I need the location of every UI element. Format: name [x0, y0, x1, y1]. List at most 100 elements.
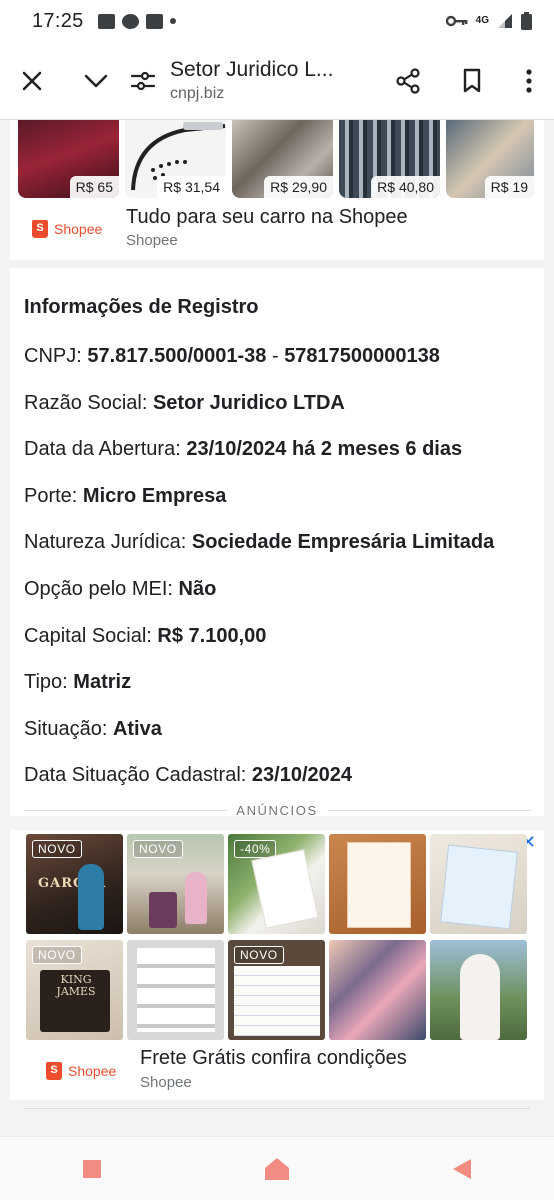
- field-value: 23/10/2024: [251, 764, 353, 787]
- ad-headline[interactable]: Frete Grátis confira condições: [140, 1047, 407, 1070]
- info-row-opcao-mei: Opção pelo MEI: Não: [24, 578, 530, 625]
- page-info[interactable]: Setor Juridico L... cnpj.biz: [128, 58, 376, 103]
- field-value: 57.817.500/0001-38: [87, 345, 267, 367]
- field-value: Ativa: [112, 717, 162, 740]
- info-row-data-abertura: Data da Abertura: 23/10/2024 há 2 meses …: [24, 438, 530, 485]
- info-row-capital-social: Capital Social: R$ 7.100,00: [24, 625, 530, 672]
- tile-figure: [149, 892, 177, 928]
- product-badge: NOVO: [133, 840, 183, 858]
- share-button[interactable]: [376, 49, 440, 113]
- tile-figure: [78, 864, 104, 930]
- message-icon: [145, 13, 163, 29]
- product-price: R$ 65: [69, 176, 119, 198]
- ad-headline[interactable]: Tudo para seu carro na Shopee: [126, 206, 408, 229]
- shopee-logo[interactable]: Shopee: [46, 1062, 116, 1080]
- section-heading: Informações de Registro: [24, 296, 259, 318]
- field-value: 23/10/2024 há 2 meses 6 dias: [186, 438, 463, 461]
- bookmark-icon: [463, 68, 481, 92]
- shopee-bag-icon: [32, 220, 48, 238]
- ad-product-tile[interactable]: NOVO GAROTA: [26, 834, 123, 934]
- ad-product-image[interactable]: R$ 40,80: [339, 120, 440, 198]
- page-url: cnpj.biz: [170, 85, 225, 102]
- battery-icon: [521, 12, 532, 30]
- product-price: R$ 40,80: [371, 176, 440, 198]
- info-row-razao-social: Razão Social: Setor Juridico LTDA: [24, 392, 530, 439]
- field-label: Porte:: [24, 484, 83, 507]
- field-label: Data da Abertura:: [24, 438, 187, 461]
- field-value: Matriz: [73, 671, 132, 694]
- shopee-brand-label: Shopee: [68, 1063, 117, 1079]
- ad-product-tile[interactable]: NOVO KING JAMES: [26, 940, 123, 1040]
- signal-icon: [498, 14, 512, 28]
- ad-product-image[interactable]: R$ 31,54: [125, 120, 226, 198]
- minimize-button[interactable]: [64, 49, 128, 113]
- info-row-situacao: Situação: Ativa: [24, 718, 530, 765]
- ad-product-tile[interactable]: [430, 940, 527, 1040]
- field-label: Opção pelo MEI:: [24, 577, 179, 600]
- ad-product-tile[interactable]: -40%: [228, 834, 325, 934]
- recents-button[interactable]: [60, 1145, 124, 1193]
- share-icon: [396, 67, 420, 94]
- tile-figure: [460, 954, 500, 1040]
- notification-icons: [97, 13, 176, 29]
- ad-product-grid: NOVO GAROTA NOVO -40% NOVO KING JAMES NO…: [26, 834, 527, 1040]
- back-icon: [452, 1158, 471, 1179]
- ad-product-tile[interactable]: [127, 940, 224, 1040]
- more-options-button[interactable]: [504, 49, 554, 113]
- tile-notebook: [234, 966, 320, 1036]
- ad-product-row: R$ 65 R$ 31,54 R$ 29,90 R$ 40,80 R$ 19: [18, 120, 534, 198]
- divider-line: [24, 809, 227, 811]
- home-icon: [264, 1157, 289, 1180]
- shopee-product-grid-ad[interactable]: i ✕ NOVO GAROTA NOVO -40%: [10, 830, 544, 1100]
- close-icon: [22, 71, 42, 90]
- ad-product-tile[interactable]: NOVO: [127, 834, 224, 934]
- shopee-logo[interactable]: Shopee: [32, 220, 102, 238]
- home-button[interactable]: [245, 1145, 309, 1193]
- tile-text: KING JAMES: [56, 973, 96, 998]
- shopee-brand-label: Shopee: [54, 221, 103, 237]
- close-button[interactable]: [0, 49, 64, 113]
- chevron-down-icon: [84, 74, 108, 87]
- registration-info-section: Informações de Registro CNPJ: 57.817.500…: [10, 268, 544, 818]
- product-price: R$ 31,54: [157, 176, 226, 198]
- ad-product-tile[interactable]: [329, 834, 426, 934]
- shopee-bag-icon: [46, 1062, 62, 1080]
- system-icons: 4G: [445, 12, 532, 30]
- tile-figure: [185, 872, 207, 924]
- ad-product-image[interactable]: R$ 65: [18, 120, 119, 198]
- ad-product-image[interactable]: R$ 19: [446, 120, 534, 198]
- more-notifications-icon: [169, 18, 176, 24]
- bookmark-button[interactable]: [440, 49, 504, 113]
- ad-product-tile[interactable]: NOVO: [228, 940, 325, 1040]
- shopee-ad-banner[interactable]: R$ 65 R$ 31,54 R$ 29,90 R$ 40,80 R$ 19 S…: [10, 120, 544, 260]
- field-value: Não: [178, 577, 217, 600]
- system-navigation-bar: [0, 1136, 554, 1200]
- field-label: Tipo:: [24, 671, 74, 694]
- section-divider: [24, 1108, 530, 1109]
- info-row-natureza-juridica: Natureza Jurídica: Sociedade Empresária …: [24, 531, 530, 578]
- page-info-icon: [130, 71, 156, 90]
- ad-product-image[interactable]: R$ 29,90: [232, 120, 333, 198]
- back-button[interactable]: [430, 1145, 494, 1193]
- ad-product-tile[interactable]: [430, 834, 527, 934]
- field-label: Razão Social:: [24, 391, 153, 414]
- info-row-cnpj: CNPJ: 57.817.500/0001-38 - 5781750000013…: [24, 345, 530, 392]
- field-label: Natureza Jurídica:: [24, 531, 192, 554]
- field-label: Situação:: [24, 717, 113, 740]
- gallery-icon: [97, 13, 115, 29]
- more-vert-icon: [526, 68, 532, 93]
- ad-product-tile[interactable]: [329, 940, 426, 1040]
- vpn-key-icon: [445, 15, 468, 27]
- app-notification-icon: [121, 13, 139, 29]
- divider-line: [327, 809, 531, 811]
- product-price: R$ 19: [484, 176, 534, 198]
- field-value: 57817500000138: [284, 345, 440, 367]
- field-label: Data Situação Cadastral:: [24, 764, 252, 787]
- tile-paper: [440, 844, 518, 930]
- page-title: Setor Juridico L...: [170, 58, 334, 81]
- field-value: Setor Juridico LTDA: [152, 391, 345, 414]
- ads-label: ANÚNCIOS: [236, 802, 318, 818]
- field-value: Sociedade Empresária Limitada: [191, 531, 495, 554]
- product-badge: NOVO: [32, 840, 82, 858]
- info-row-porte: Porte: Micro Empresa: [24, 485, 530, 532]
